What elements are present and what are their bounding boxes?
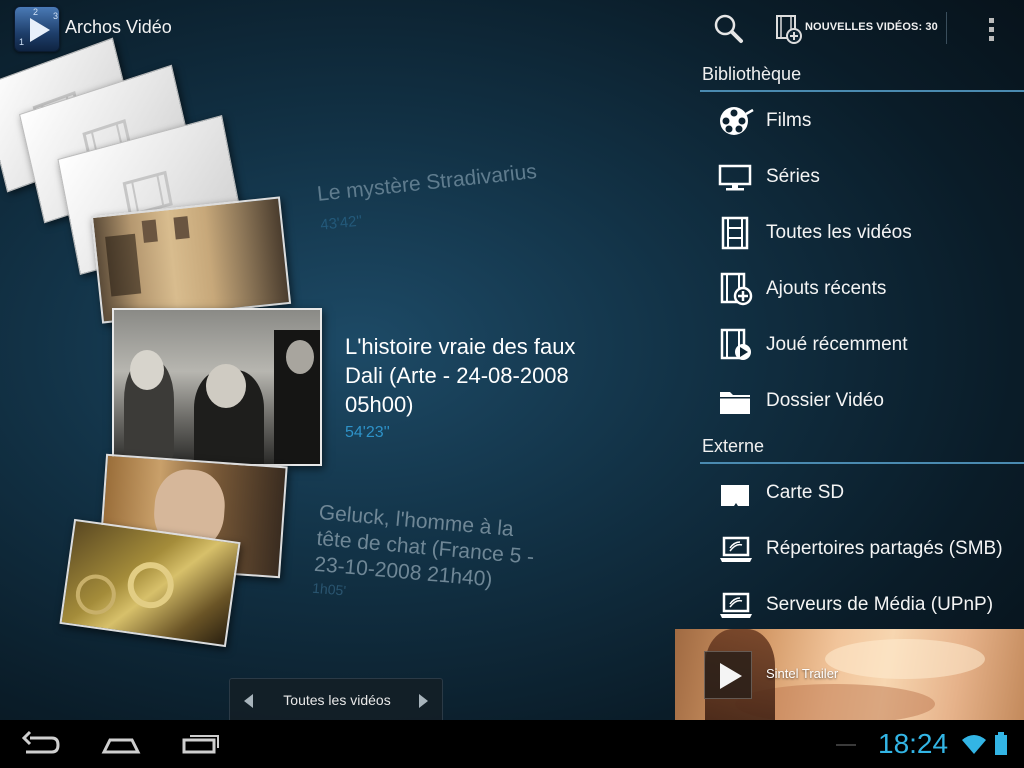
menu-item-label: Joué récemment [766, 334, 908, 355]
menu-item-sd-card[interactable]: Carte SD [700, 466, 1024, 520]
cover-detail [206, 364, 246, 408]
trailer-thumbnail[interactable]: Sintel Trailer [675, 629, 1024, 720]
cover-detail [124, 559, 177, 612]
menu-item-label: Ajouts récents [766, 278, 887, 299]
menu-item-label: Films [766, 110, 812, 131]
play-icon [30, 18, 50, 42]
film-add-icon [720, 272, 753, 306]
cover-detail [130, 350, 164, 390]
video-cover-machine[interactable] [59, 518, 241, 648]
menu-item-label: Toutes les vidéos [766, 222, 912, 243]
recent-apps-icon [182, 735, 219, 754]
video-item-geluck[interactable]: Geluck, l'homme à la tête de chat (Franc… [312, 500, 538, 615]
category-selector: Toutes les vidéos [229, 678, 443, 720]
play-icon [720, 663, 742, 689]
icon-digit: 1 [19, 37, 25, 47]
menu-item-label: Carte SD [766, 482, 845, 503]
clock[interactable]: 18:24 [878, 728, 948, 760]
library-header: Bibliothèque [700, 64, 1024, 92]
trailer-art [825, 639, 985, 679]
cover-detail [73, 571, 119, 618]
menu-item-all-videos[interactable]: Toutes les vidéos [700, 206, 1024, 260]
sd-card-icon [721, 485, 749, 506]
action-bar-divider [946, 12, 947, 44]
video-title-line: 05h00) [345, 392, 414, 417]
video-title-line: Dali (Arte - 24-08-2008 [345, 363, 569, 388]
tv-icon [718, 164, 752, 191]
new-videos-label: NOUVELLES VIDÉOS: 30 [805, 21, 938, 33]
menu-item-smb-shares[interactable]: Répertoires partagés (SMB) [700, 522, 1024, 576]
menu-item-films[interactable]: Films [700, 94, 1024, 148]
cover-detail [105, 233, 142, 297]
laptop-network-icon [720, 592, 752, 618]
film-add-icon [776, 15, 802, 44]
video-cover-dali[interactable] [112, 308, 322, 466]
menu-item-upnp-servers[interactable]: Serveurs de Média (UPnP) [700, 578, 1024, 632]
recent-apps-button[interactable] [176, 728, 226, 760]
search-button[interactable] [708, 8, 750, 48]
new-videos-button[interactable]: NOUVELLES VIDÉOS: 30 [770, 8, 942, 48]
icon-digit: 2 [33, 7, 39, 17]
overflow-menu-icon [989, 18, 994, 41]
video-item-stradivarius[interactable]: Le mystère Stradivarius 43'42'' [316, 160, 541, 234]
action-bar: 2 3 1 Archos Vidéo NOUVELLES VIDÉOS: 30 [0, 0, 1024, 58]
menu-item-recently-played[interactable]: Joué récemment [700, 318, 1024, 372]
menu-item-label: Dossier Vidéo [766, 390, 884, 411]
trailer-play-button[interactable] [704, 651, 752, 699]
film-play-icon [720, 328, 751, 360]
menu-item-label: Serveurs de Média (UPnP) [766, 594, 994, 615]
menu-item-series[interactable]: Séries [700, 150, 1024, 204]
notification-indicator [836, 744, 856, 746]
search-icon [714, 14, 743, 43]
next-arrow-icon[interactable] [419, 694, 428, 708]
cover-detail [173, 216, 190, 240]
folder-icon [720, 392, 750, 414]
category-selector-label: Toutes les vidéos [283, 692, 391, 708]
video-duration: 54'23'' [345, 424, 390, 441]
video-cover-stradivarius[interactable] [90, 196, 292, 324]
wifi-icon [962, 735, 986, 754]
back-button[interactable] [16, 728, 66, 760]
menu-item-label: Séries [766, 166, 820, 187]
external-header: Externe [700, 436, 1024, 464]
menu-item-recent-additions[interactable]: Ajouts récents [700, 262, 1024, 316]
home-button[interactable] [96, 728, 146, 760]
overflow-menu-button[interactable] [976, 10, 1008, 48]
menu-item-video-folder[interactable]: Dossier Vidéo [700, 374, 1024, 428]
app-title: Archos Vidéo [65, 17, 172, 37]
video-item-dali[interactable]: L'histoire vraie des faux Dali (Arte - 2… [345, 332, 575, 442]
laptop-network-icon [720, 536, 752, 562]
app-icon[interactable]: 2 3 1 [14, 6, 60, 52]
battery-icon [995, 732, 1007, 755]
film-strip-icon [721, 216, 749, 250]
cover-detail [141, 219, 158, 243]
icon-digit: 3 [53, 11, 59, 21]
system-navigation-bar: 18:24 [0, 720, 1024, 768]
film-reel-icon [720, 107, 754, 135]
menu-item-label: Répertoires partagés (SMB) [766, 538, 1003, 559]
cover-detail [286, 340, 314, 374]
video-title-line: L'histoire vraie des faux [345, 334, 576, 359]
back-icon [21, 730, 60, 754]
trailer-label: Sintel Trailer [766, 666, 839, 681]
home-icon [101, 738, 141, 754]
